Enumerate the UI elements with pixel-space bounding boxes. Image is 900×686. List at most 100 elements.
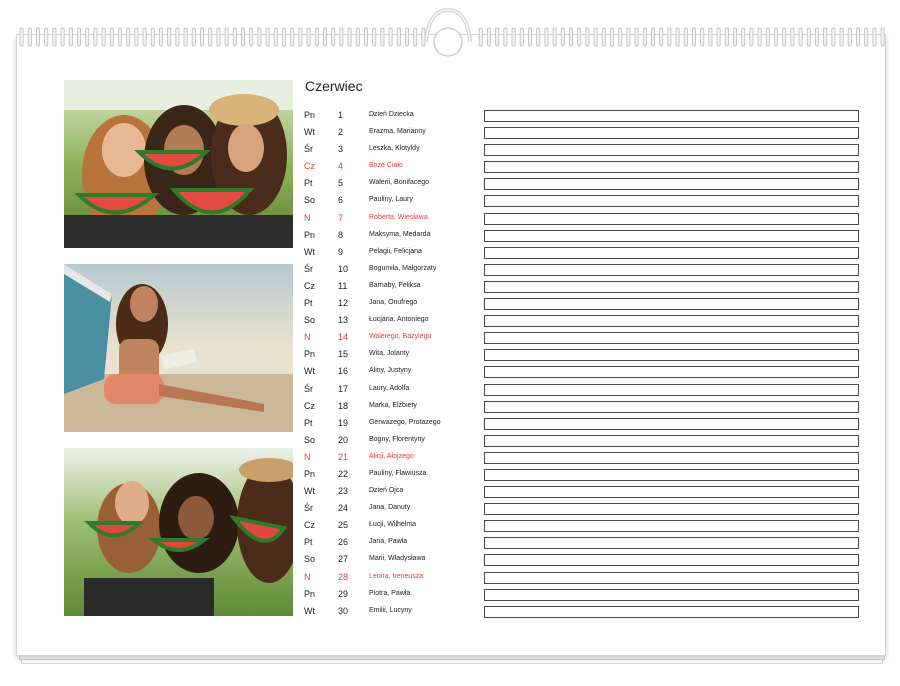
day-row: So 13 Łucjana, Antoniego [304, 313, 860, 330]
binding-loop [396, 27, 401, 47]
note-box[interactable] [484, 520, 859, 533]
binding-loop [831, 27, 836, 47]
day-row: Pt 19 Gerwazego, Protazego [304, 416, 860, 433]
note-box[interactable] [484, 537, 859, 550]
binding-loop [741, 27, 746, 47]
note-box[interactable] [484, 588, 859, 601]
binding-loop [757, 27, 762, 47]
day-row: Wt 23 Dzień Ojca [304, 484, 860, 501]
note-box[interactable] [484, 178, 859, 191]
note-box[interactable] [484, 366, 859, 379]
binding-loop [150, 27, 155, 47]
note-box[interactable] [484, 263, 859, 276]
name-day-label: Marii, Władysława [369, 555, 426, 563]
binding-loop [593, 27, 598, 47]
note-box[interactable] [484, 554, 859, 567]
day-number: 26 [338, 537, 349, 548]
note-box[interactable] [484, 246, 859, 259]
name-day-label: Wita, Jolanty [369, 350, 410, 358]
day-number: 25 [338, 520, 349, 531]
binding-loop [191, 27, 196, 47]
binding-loop [175, 27, 180, 47]
note-box[interactable] [484, 434, 859, 447]
name-day-label: Piotra, Pawła [369, 589, 411, 597]
binding-loop [569, 27, 574, 47]
note-box[interactable] [484, 212, 859, 225]
binding-loop [839, 27, 844, 47]
binding-loop [683, 27, 688, 47]
note-box[interactable] [484, 195, 859, 208]
binding-loop [880, 27, 885, 47]
day-number: 29 [338, 588, 349, 599]
day-row: Wt 9 Pelagii, Felicjana [304, 245, 860, 262]
note-box[interactable] [484, 349, 859, 362]
day-number: 22 [338, 468, 349, 479]
note-box[interactable] [484, 468, 859, 481]
note-box[interactable] [484, 280, 859, 293]
day-number: 2 [338, 127, 344, 138]
note-box[interactable] [484, 503, 859, 516]
binding-loop [413, 27, 418, 47]
photo-women-watermelon-grass [64, 448, 293, 616]
binding-loop [363, 27, 368, 47]
note-box[interactable] [484, 144, 859, 157]
binding-loop [577, 27, 582, 47]
note-box[interactable] [484, 417, 859, 430]
weekday-label: Wt [304, 366, 315, 377]
weekday-label: N [304, 451, 311, 462]
binding-loop [158, 27, 163, 47]
day-number: 13 [338, 315, 349, 326]
binding-loop [355, 27, 360, 47]
binding-loop [700, 27, 705, 47]
note-box[interactable] [484, 400, 859, 413]
weekday-label: Pn [304, 349, 316, 360]
note-box[interactable] [484, 315, 859, 328]
binding-loop [528, 27, 533, 47]
note-box[interactable] [484, 383, 859, 396]
note-box[interactable] [484, 127, 859, 140]
note-box[interactable] [484, 229, 859, 242]
weekday-label: N [304, 571, 311, 582]
day-number: 4 [338, 161, 344, 172]
note-box[interactable] [484, 110, 859, 122]
binding-loop [183, 27, 188, 47]
binding-loop [404, 27, 409, 47]
weekday-label: Pt [304, 178, 313, 189]
note-box[interactable] [484, 298, 859, 311]
day-row: Pt 26 Jana, Pawła [304, 535, 860, 552]
weekday-label: Cz [304, 280, 315, 291]
name-day-label: Walerego, Bazylego [369, 333, 432, 341]
day-row: Wt 16 Aliny, Justyny [304, 364, 860, 381]
weekday-label: Śr [304, 263, 313, 274]
day-number: 8 [338, 229, 344, 240]
name-day-label: Łucjana, Antoniego [369, 316, 429, 324]
weekday-label: Śr [304, 503, 313, 514]
binding-loop [634, 27, 639, 47]
binding-loop [322, 27, 327, 47]
binding-loop [52, 27, 57, 47]
name-day-label: Dzień Dziecka [369, 111, 414, 118]
note-box[interactable] [484, 161, 859, 174]
binding-loop [27, 27, 32, 47]
note-box[interactable] [484, 486, 859, 499]
name-day-label: Jana, Pawła [369, 538, 408, 546]
name-day-label: Jana, Danuty [369, 504, 411, 512]
note-box[interactable] [484, 605, 859, 618]
photo-women-watermelon-park [64, 80, 293, 248]
weekday-label: Wt [304, 127, 315, 138]
binding-loop [519, 27, 524, 47]
note-box[interactable] [484, 332, 859, 345]
name-day-label: Dzień Ojca [369, 487, 404, 495]
note-box[interactable] [484, 571, 859, 584]
note-box[interactable] [484, 451, 859, 464]
binding-loop [552, 27, 557, 47]
day-number: 23 [338, 486, 349, 497]
day-row: Wt 2 Erazma, Marianny [304, 125, 860, 142]
name-day-label: Roberta, Wiesława [369, 213, 428, 221]
binding-loop [249, 27, 254, 47]
weekday-label: Wt [304, 605, 315, 616]
binding-loop [856, 27, 861, 47]
name-day-label: Bogumiła, Małgorzaty [369, 264, 437, 272]
day-row: N 21 Alicji, Alojzego [304, 450, 860, 467]
binding-loop [790, 27, 795, 47]
